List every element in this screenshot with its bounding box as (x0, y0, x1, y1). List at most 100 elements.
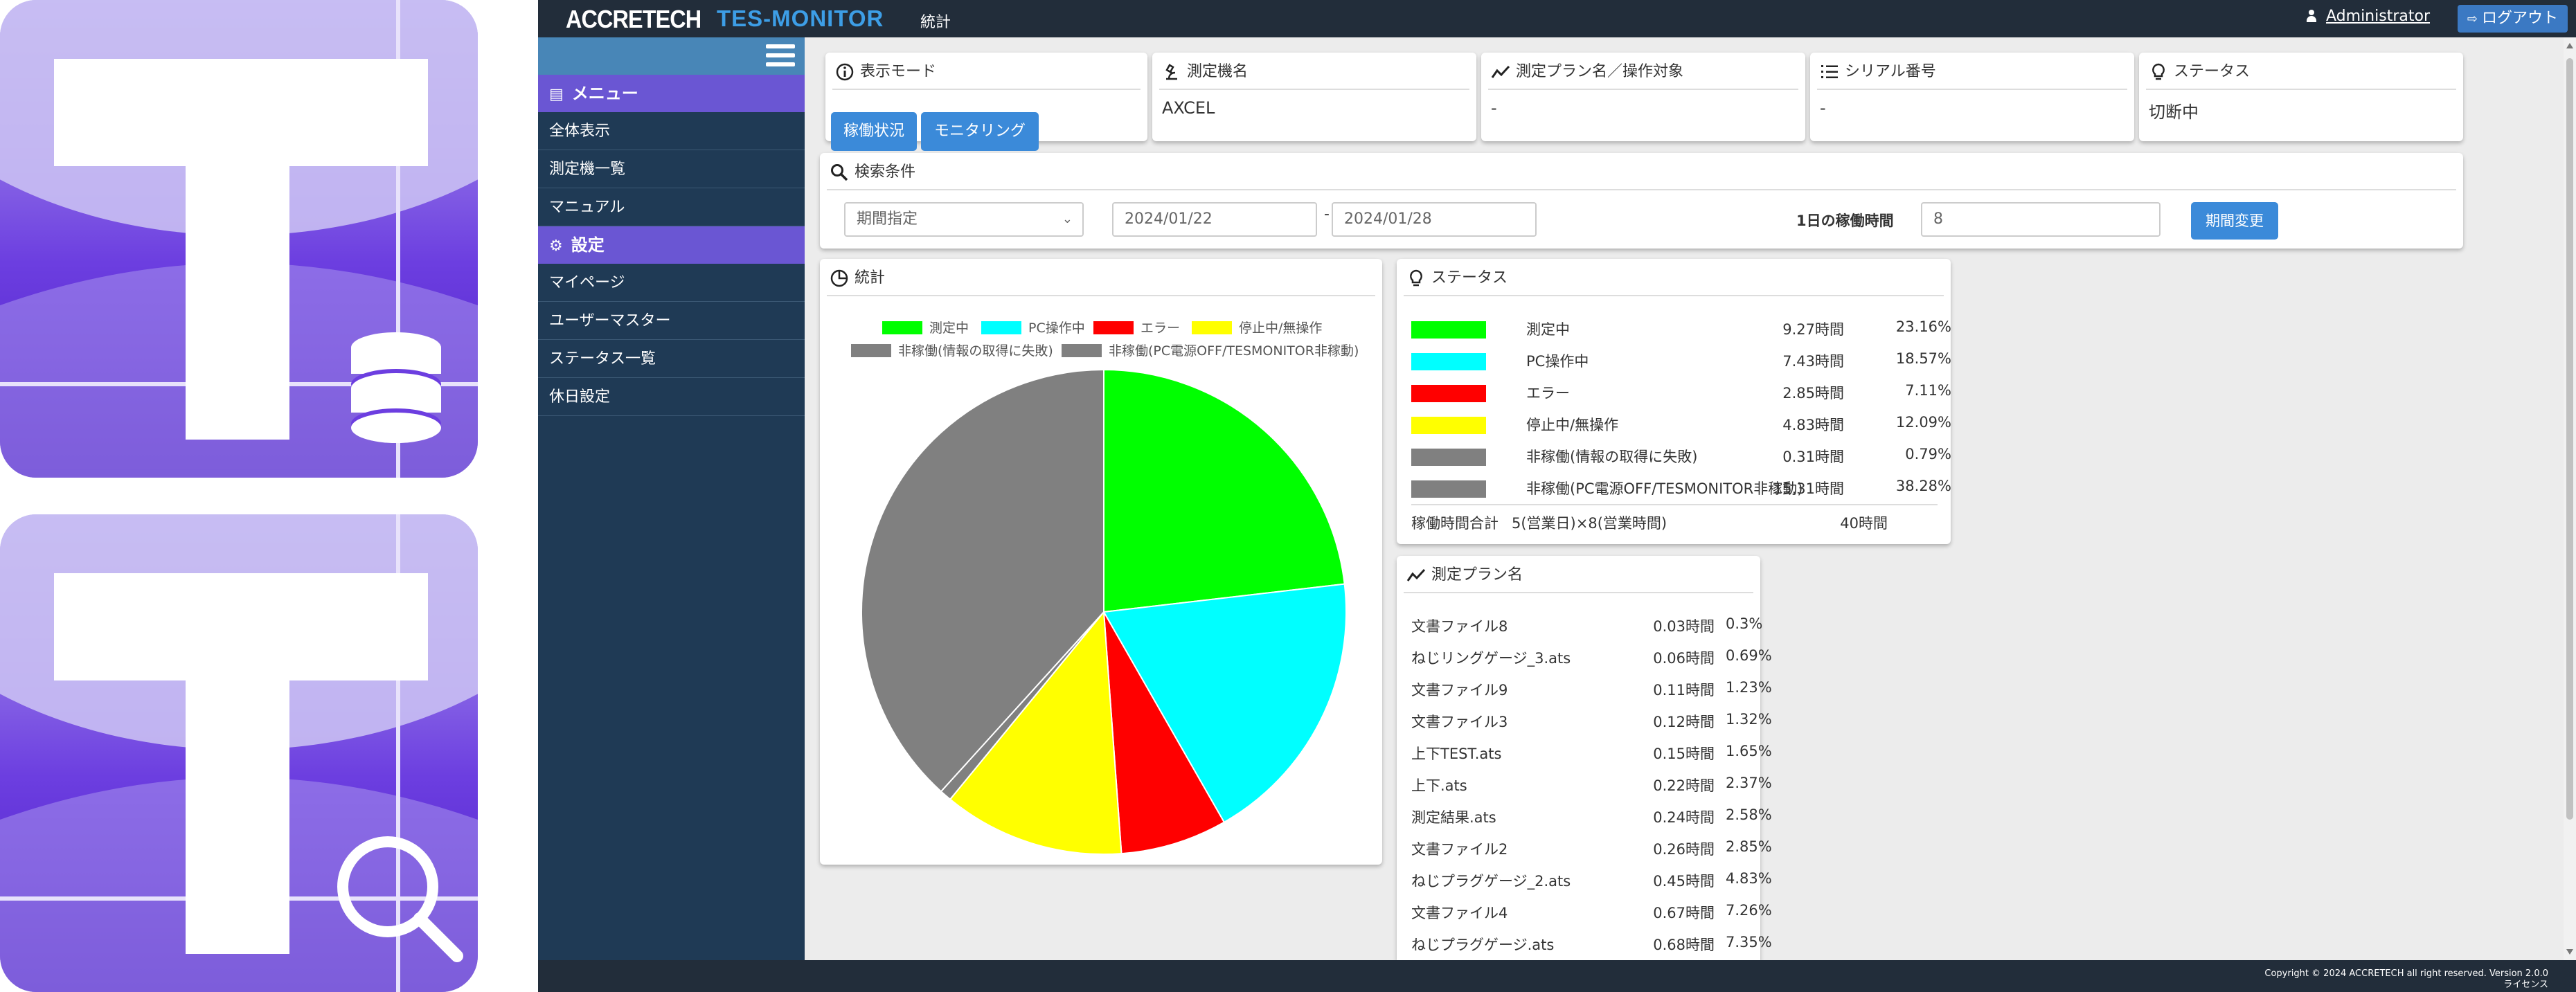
date-to-input[interactable]: 2024/01/28 (1332, 202, 1537, 237)
status-pct: 12.09% (1895, 414, 1951, 431)
card-title-label: 検索条件 (855, 163, 916, 181)
plan-name: 文書ファイル4 (1411, 905, 1508, 921)
pie-slice-0 (1103, 368, 1345, 613)
card-title: 測定プラン名 (1404, 561, 1753, 593)
gear-icon: ⚙ (549, 237, 563, 255)
card-title-label: 統計 (855, 269, 886, 287)
plan-row: 文書ファイル4 0.67時間 7.26% (1411, 902, 1772, 934)
plan-name: 文書ファイル2 (1411, 841, 1508, 858)
card-title: 測定機名 (1159, 58, 1469, 90)
legend-item: 非稼働(情報の取得に失敗) (851, 341, 1053, 359)
total-formula: 5(営業日)×8(営業時間) (1512, 515, 1667, 532)
scroll-down-icon[interactable] (2566, 949, 2573, 955)
status-label: PC操作中 (1526, 353, 1589, 370)
plan-row: 上下TEST.ats 0.15時間 1.65% (1411, 743, 1772, 775)
monitoring-button[interactable]: モニタリング (921, 112, 1039, 151)
sidebar-item-holiday-settings[interactable]: 休日設定 (538, 378, 805, 416)
user-link[interactable]: Administrator (2307, 8, 2430, 25)
user-icon (2307, 10, 2317, 22)
top-bar: ACCRETECH TES-MONITOR 統計 Administrator ⇨… (538, 0, 2576, 37)
legend-item: エラー (1093, 318, 1180, 336)
statistics-card: 統計 測定中 PC操作中 エラー 停止中/無操作 非稼働(情報の取得に失敗) 非… (820, 259, 1382, 865)
plan-table-card: 測定プラン名 文書ファイル8 0.03時間 0.3% ねじリングゲージ_3.ats 0… (1397, 556, 1772, 960)
status-label: 停止中/無操作 (1526, 417, 1619, 433)
hamburger-icon-bar (766, 62, 795, 66)
card-title-label: 測定プラン名／操作対象 (1516, 63, 1684, 80)
line-chart-icon (1406, 568, 1426, 581)
card-title: 検索条件 (827, 159, 2456, 190)
period-select[interactable]: 期間指定 ⌄ (844, 202, 1084, 237)
plan-pct: 0.3% (1726, 615, 1763, 632)
status-label: エラー (1526, 385, 1570, 402)
plan-name: 上下.ats (1411, 777, 1467, 794)
serial-value: - (1820, 98, 1826, 118)
legend-swatch (882, 321, 922, 334)
sidebar-item-manual[interactable]: マニュアル (538, 188, 805, 226)
plan-row: 測定結果.ats 0.24時間 2.58% (1411, 806, 1772, 838)
status-label: 測定中 (1526, 321, 1570, 338)
sidebar-item-overview[interactable]: 全体表示 (538, 112, 805, 150)
status-hours: 15.31時間 (1773, 480, 1844, 497)
app-window: ACCRETECH TES-MONITOR 統計 Administrator ⇨… (538, 0, 2576, 992)
card-title-label: 測定機名 (1187, 63, 1249, 80)
plan-pct: 7.26% (1726, 902, 1772, 919)
license-link[interactable]: ライセンス (2264, 980, 2548, 991)
document-icon: ▤ (549, 86, 564, 103)
microscope-icon (1165, 64, 1177, 80)
legend-label: 非稼働(情報の取得に失敗) (898, 343, 1053, 359)
status-row: 非稼働(PC電源OFF/TESMONITOR非稼動) 15.31時間 38.28% (1411, 476, 1951, 502)
sidebar-menu-header: ▤ メニュー (538, 75, 805, 112)
brand-logo: ACCRETECH (566, 5, 701, 33)
search-icon (831, 164, 848, 181)
plan-name: 上下TEST.ats (1411, 746, 1502, 762)
status-row: 非稼働(情報の取得に失敗) 0.31時間 0.79% (1411, 444, 1951, 470)
daily-hours-input[interactable]: 8 (1921, 202, 2161, 237)
line-chart-icon (1491, 65, 1510, 78)
card-title-label: 表示モード (860, 63, 937, 80)
plan-row: 上下.ats 0.22時間 2.37% (1411, 775, 1772, 806)
pie-chart (861, 368, 1347, 855)
status-label: 非稼働(情報の取得に失敗) (1526, 449, 1698, 465)
pie-chart-icon (830, 269, 848, 287)
plan-pct: 1.23% (1726, 679, 1772, 696)
sidebar-item-user-master[interactable]: ユーザーマスター (538, 302, 805, 340)
footer: Copyright © 2024 ACCRETECH all right res… (538, 960, 2576, 992)
hamburger-icon-bar (766, 44, 795, 48)
status-label: 非稼働(PC電源OFF/TESMONITOR非稼動) (1526, 480, 1803, 497)
plan-hours: 0.68時間 (1653, 937, 1715, 953)
scroll-up-icon[interactable] (2566, 43, 2573, 48)
date-separator: - (1324, 206, 1330, 223)
plan-pct: 7.35% (1726, 934, 1772, 950)
plan-hours: 0.15時間 (1653, 746, 1715, 762)
legend-swatch (1093, 321, 1134, 334)
legend-item: 停止中/無操作 (1192, 318, 1322, 336)
app-name: TES-MONITOR (717, 6, 884, 31)
status-swatch (1411, 385, 1486, 402)
status-value: 切断中 (2149, 102, 2199, 122)
logout-button[interactable]: ⇨ ログアウト (2457, 5, 2568, 33)
lightbulb-icon (1410, 269, 1422, 287)
status-card: ステータス 切断中 (2139, 53, 2463, 141)
sidebar-item-status-list[interactable]: ステータス一覧 (538, 340, 805, 378)
sidebar-item-mypage[interactable]: マイページ (538, 264, 805, 302)
date-from-input[interactable]: 2024/01/22 (1112, 202, 1317, 237)
apply-period-button[interactable]: 期間変更 (2191, 202, 2278, 240)
sidebar-settings-header: ⚙ 設定 (538, 226, 805, 264)
sidebar-item-machines[interactable]: 測定機一覧 (538, 150, 805, 188)
hamburger-button[interactable] (538, 37, 805, 75)
status-hours: 4.83時間 (1782, 417, 1844, 433)
operation-status-button[interactable]: 稼働状況 (831, 112, 917, 151)
daily-hours-label: 1日の稼働時間 (1796, 213, 1894, 229)
plan-row: 文書ファイル9 0.11時間 1.23% (1411, 679, 1772, 711)
plan-name: 文書ファイル3 (1411, 714, 1508, 730)
card-title: シリアル番号 (1817, 58, 2127, 90)
legend-label: 測定中 (929, 321, 969, 336)
sidebar-settings-header-label: 設定 (571, 235, 605, 255)
plan-pct: 2.58% (1726, 806, 1772, 823)
scrollbar-thumb[interactable] (2566, 58, 2573, 820)
page-scrollbar[interactable] (2564, 37, 2576, 960)
plan-name: 文書ファイル8 (1411, 618, 1508, 635)
logout-icon: ⇨ (2467, 12, 2478, 26)
machine-card: 測定機名 AXCEL (1152, 53, 1476, 141)
legend-label: PC操作中 (1028, 321, 1085, 336)
